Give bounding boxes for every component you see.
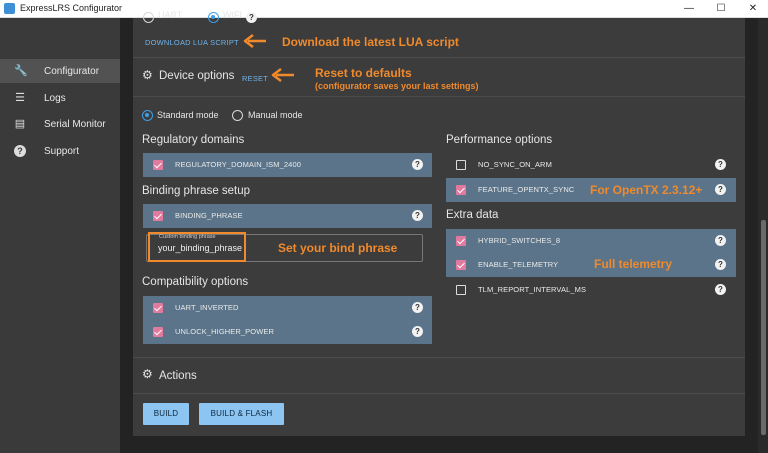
radio-uart-label: UART (158, 10, 183, 20)
option-uart-inverted[interactable]: UART_INVERTED ? (143, 296, 432, 320)
annotation-arrow-icon (243, 34, 266, 48)
build-button[interactable]: BUILD (143, 403, 189, 425)
sidebar-item-configurator[interactable]: 🔧 Configurator (0, 59, 120, 83)
window-title: ExpressLRS Configurator (20, 3, 123, 13)
option-label: UART_INVERTED (175, 303, 239, 312)
divider (133, 96, 745, 97)
help-icon[interactable]: ? (715, 235, 726, 246)
option-label: TLM_REPORT_INTERVAL_MS (478, 285, 587, 294)
performance-title: Performance options (446, 134, 553, 146)
option-binding-phrase[interactable]: BINDING_PHRASE ? (143, 204, 432, 228)
radio-wifi-label: WIFI (223, 10, 242, 20)
sidebar-item-support[interactable]: ? Support (0, 139, 120, 163)
option-label: ENABLE_TELEMETRY (478, 260, 559, 269)
checkbox[interactable] (153, 303, 163, 313)
annotation-telemetry: Full telemetry (594, 257, 673, 271)
annotation-reset: Reset to defaults (315, 66, 412, 80)
help-icon[interactable]: ? (715, 184, 726, 195)
divider (133, 357, 745, 358)
option-tlm-report-interval-ms[interactable]: TLM_REPORT_INTERVAL_MS ? (446, 278, 736, 302)
sidebar-item-label: Logs (44, 93, 66, 104)
actions-title: Actions (159, 370, 197, 382)
sidebar-item-label: Support (44, 146, 80, 157)
divider (133, 393, 745, 394)
checkbox[interactable] (456, 185, 466, 195)
sidebar-item-label: Configurator (44, 66, 100, 77)
build-and-flash-button[interactable]: BUILD & FLASH (199, 403, 284, 425)
minimize-button[interactable]: — (674, 0, 704, 18)
sidebar-item-logs[interactable]: ☰ Logs (0, 86, 120, 110)
sidebar-item-label: Serial Monitor (44, 119, 106, 130)
checkbox[interactable] (153, 211, 163, 221)
checkbox[interactable] (456, 260, 466, 270)
maximize-button[interactable]: ☐ (706, 0, 736, 18)
option-label: UNLOCK_HIGHER_POWER (175, 327, 275, 336)
gear-icon: ⚙ (142, 68, 153, 82)
option-label: BINDING_PHRASE (175, 211, 243, 220)
reset-link[interactable]: RESET (242, 74, 268, 83)
help-icon[interactable]: ? (412, 326, 423, 337)
option-enable-telemetry[interactable]: ENABLE_TELEMETRY ? (446, 253, 736, 277)
compatibility-title: Compatibility options (142, 276, 249, 288)
help-icon[interactable]: ? (715, 259, 726, 270)
help-icon[interactable]: ? (246, 12, 257, 23)
scrollbar-thumb[interactable] (761, 220, 766, 435)
radio-standard-mode-label: Standard mode (157, 110, 219, 120)
gear-icon: ⚙ (142, 367, 153, 381)
radio-wifi[interactable] (208, 12, 219, 23)
app-logo-icon (4, 3, 15, 14)
sidebar-item-serial-monitor[interactable]: ▤ Serial Monitor (0, 112, 120, 136)
list-icon: ☰ (15, 92, 25, 104)
close-button[interactable]: ✕ (738, 0, 768, 18)
help-icon[interactable]: ? (412, 159, 423, 170)
option-label: HYBRID_SWITCHES_8 (478, 236, 561, 245)
option-unlock-higher-power[interactable]: UNLOCK_HIGHER_POWER ? (143, 320, 432, 344)
wrench-icon: 🔧 (14, 65, 28, 77)
checkbox[interactable] (456, 236, 466, 246)
download-lua-link[interactable]: DOWNLOAD LUA SCRIPT (145, 38, 239, 47)
binding-title: Binding phrase setup (142, 185, 251, 197)
annotation-reset-sub: (configurator saves your last settings) (315, 81, 479, 91)
checkbox[interactable] (153, 160, 163, 170)
sidebar (0, 18, 120, 453)
radio-manual-mode-label: Manual mode (248, 110, 303, 120)
option-regulatory-domain-ism-2400[interactable]: REGULATORY_DOMAIN_ISM_2400 ? (143, 153, 432, 177)
checkbox[interactable] (153, 327, 163, 337)
radio-standard-mode[interactable] (142, 110, 153, 121)
annotation-opentx: For OpenTX 2.3.12+ (590, 183, 703, 197)
help-icon[interactable]: ? (412, 302, 423, 313)
divider (133, 57, 745, 58)
help-icon[interactable]: ? (412, 210, 423, 221)
regulatory-title: Regulatory domains (142, 134, 245, 146)
title-bar: ExpressLRS Configurator — ☐ ✕ (0, 0, 768, 18)
option-hybrid-switches-8[interactable]: HYBRID_SWITCHES_8 ? (446, 229, 736, 253)
help-circle-icon: ? (14, 145, 26, 157)
option-no-sync-on-arm[interactable]: NO_SYNC_ON_ARM ? (446, 153, 736, 177)
app-window: ExpressLRS Configurator — ☐ ✕ 🔧 Configur… (0, 0, 768, 453)
radio-manual-mode[interactable] (232, 110, 243, 121)
help-icon[interactable]: ? (715, 284, 726, 295)
checkbox[interactable] (456, 285, 466, 295)
checkbox[interactable] (456, 160, 466, 170)
extra-data-title: Extra data (446, 209, 499, 221)
annotation-lua: Download the latest LUA script (282, 35, 459, 49)
radio-uart[interactable] (143, 12, 154, 23)
annotation-bind-box (148, 232, 246, 262)
annotation-arrow-icon (271, 68, 294, 82)
help-icon[interactable]: ? (715, 159, 726, 170)
option-label: NO_SYNC_ON_ARM (478, 160, 552, 169)
monitor-icon: ▤ (14, 118, 26, 130)
device-options-title: Device options (159, 70, 235, 82)
option-label: REGULATORY_DOMAIN_ISM_2400 (175, 160, 301, 169)
annotation-bind: Set your bind phrase (278, 241, 398, 255)
option-label: FEATURE_OPENTX_SYNC (478, 185, 575, 194)
